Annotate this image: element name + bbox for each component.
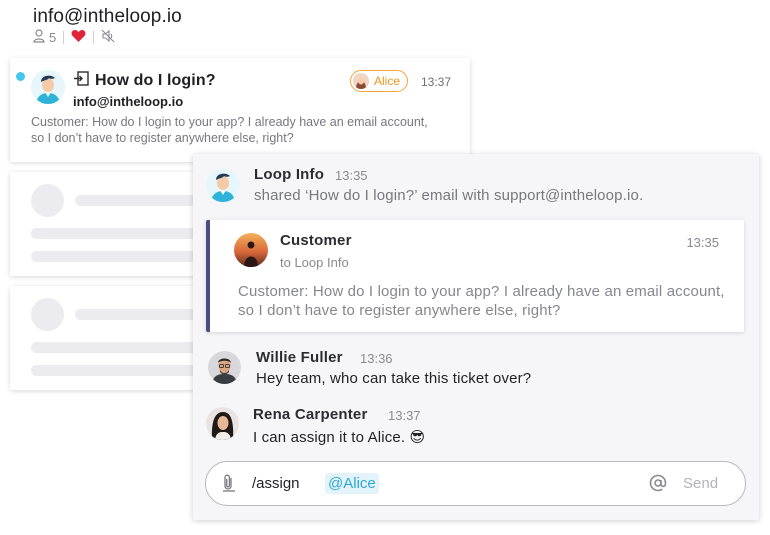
placeholder-line [75,309,200,320]
subject-row: How do I login? [74,71,216,91]
divider [63,30,65,44]
placeholder-card [10,286,200,390]
conversation-card[interactable]: How do I login? info@intheloop.io Custom… [10,58,470,162]
placeholder-line [31,342,200,353]
divider [93,30,95,44]
message-text: Hey team, who can take this ticket over? [256,370,532,387]
user-icon [33,28,45,46]
avatar [208,351,241,384]
placeholder-line [31,228,200,239]
message-author: Loop Info [254,166,325,183]
paperclip-icon[interactable] [221,474,237,492]
message-time: 13:35 [335,168,368,183]
message-author: Willie Fuller [256,349,343,366]
placeholder-line [75,195,200,206]
inbox-title: info@intheloop.io [33,6,182,27]
placeholder-avatar [31,298,64,331]
avatar [206,407,239,440]
conversation-time: 13:37 [421,75,452,89]
conversation-sender: info@intheloop.io [73,94,184,109]
shared-email-author: Customer [280,232,352,249]
unread-indicator [16,72,25,81]
assignee-badge[interactable]: Alice [350,70,409,92]
chat-panel: Loop Info 13:35 shared ‘How do I login?’… [193,154,759,520]
composer-mention[interactable]: @Alice [325,473,379,494]
conversation-preview: Customer: How do I login to your app? I … [31,115,428,145]
message-time: 13:37 [388,408,421,423]
placeholder-avatar [31,184,64,217]
message-text: I can assign it to Alice. 😎 [253,429,426,446]
message-time: 13:36 [360,351,393,366]
participants-count: 5 [49,29,57,45]
avatar [31,70,65,104]
composer-command[interactable]: /assign [252,475,300,492]
shared-email-recipient: to Loop Info [280,255,349,270]
avatar [206,168,240,202]
message-text: shared ‘How do I login?’ email with supp… [254,187,644,204]
at-icon[interactable] [649,474,667,492]
message-author: Rena Carpenter [253,406,368,423]
assignee-name: Alice [374,74,401,88]
message-composer[interactable]: /assign @Alice Send [205,461,746,506]
shared-email-time: 13:35 [686,235,719,250]
shared-email-body: Customer: How do I login to your app? I … [238,283,725,319]
avatar [234,233,268,267]
inbox-meta: 5 [33,28,115,46]
heart-icon[interactable] [71,29,86,46]
mute-icon[interactable] [101,29,115,46]
placeholder-line [31,251,200,262]
email-share-icon [74,71,89,91]
placeholder-card [10,172,200,276]
shared-email-card[interactable]: Customer to Loop Info 13:35 Customer: Ho… [206,220,744,332]
placeholder-line [31,365,200,376]
send-button[interactable]: Send [683,475,718,492]
assignee-avatar [353,73,369,89]
conversation-subject: How do I login? [95,72,216,89]
